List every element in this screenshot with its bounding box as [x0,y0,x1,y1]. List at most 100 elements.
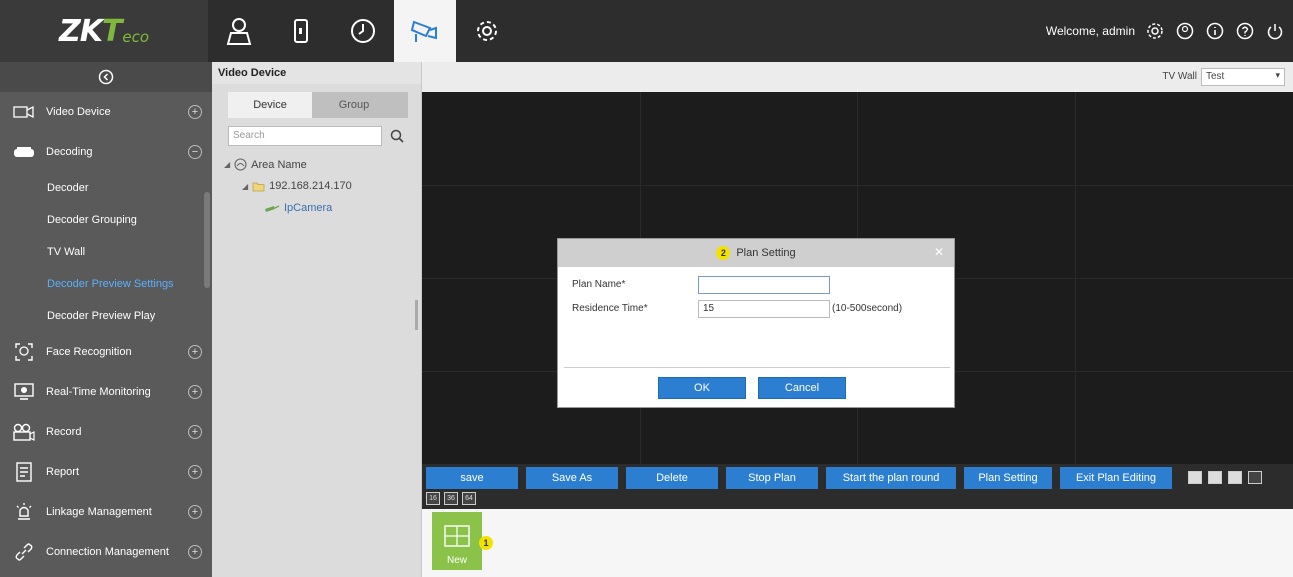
sidebar-sub-decoder-grouping[interactable]: Decoder Grouping [0,204,212,236]
sidebar-sub-decoder-preview-play[interactable]: Decoder Preview Play [0,300,212,332]
sidebar-sub-decoder-preview-settings[interactable]: Decoder Preview Settings [0,268,212,300]
video-device-panel: Video Device Device Group Search ◢ Area … [212,62,422,577]
tv-wall-select[interactable]: Test ▾ [1201,68,1285,86]
sidebar-item-label: Linkage Management [46,506,152,518]
nav-video[interactable] [394,0,456,62]
device-tabs: Device Group [228,92,408,118]
dialog-divider [564,367,950,368]
tree-expand-icon[interactable]: ◢ [224,160,230,169]
tree-node-device[interactable]: ◢ 192.168.214.170 [242,180,352,192]
nav-access[interactable] [270,0,332,62]
residence-time-hint: (10-500second) [832,303,903,314]
plan-list: New 1 [422,509,1293,577]
sidebar-collapse-button[interactable] [0,62,212,92]
layout-1x1-icon[interactable] [1188,471,1202,484]
expand-icon[interactable]: + [188,345,202,359]
sidebar-item-decoding[interactable]: Decoding − [0,132,212,172]
sidebar-item-label: Decoding [46,146,93,158]
nav-personnel[interactable] [208,0,270,62]
layout-36-icon[interactable]: 36 [444,492,458,505]
tree-label: IpCamera [284,202,333,214]
sidebar-item-linkage-management[interactable]: Linkage Management + [0,492,212,532]
expand-icon[interactable]: + [188,105,202,119]
layout-64-icon[interactable]: 64 [462,492,476,505]
tree-label: Area Name [251,158,307,171]
top-bar: ZK Teco Welcome, admin [0,0,1293,62]
stop-plan-button[interactable]: Stop Plan [726,467,818,489]
residence-time-label: Residence Time* [572,303,648,314]
plan-setting-button[interactable]: Plan Setting [964,467,1052,489]
help-icon[interactable] [1235,21,1255,41]
tree-node-camera[interactable]: IpCamera [264,202,332,214]
sidebar-scrollbar[interactable] [204,192,210,288]
sidebar-item-label: Face Recognition [46,346,132,358]
new-plan-button[interactable]: New [432,512,482,570]
layout-4x4-icon[interactable] [1248,471,1262,484]
nav-system[interactable] [456,0,518,62]
layout-16-icon[interactable]: 16 [426,492,440,505]
step-badge-2: 2 [716,246,731,260]
nav-attendance[interactable] [332,0,394,62]
exit-plan-editing-button[interactable]: Exit Plan Editing [1060,467,1172,489]
info-icon[interactable] [1205,21,1225,41]
layout-3x3-icon[interactable] [1228,471,1242,484]
collapse-icon [98,69,114,85]
clock-icon [351,19,375,43]
tree-expand-icon[interactable]: ◢ [242,182,248,191]
user-icon [226,18,252,45]
tab-group[interactable]: Group [312,92,396,118]
power-icon[interactable] [1265,21,1285,41]
tree-node-area[interactable]: ◢ Area Name [224,158,307,171]
collapse-group-icon[interactable]: − [188,145,202,159]
expand-icon[interactable]: + [188,505,202,519]
expand-icon[interactable]: + [188,385,202,399]
plan-setting-dialog: 2 Plan Setting ✕ Plan Name* Residence Ti… [557,238,955,408]
save-button[interactable]: save [426,467,518,489]
cancel-button[interactable]: Cancel [758,377,846,399]
plan-name-input[interactable] [698,276,830,294]
sidebar-item-label: Record [46,426,82,438]
delete-button[interactable]: Delete [626,467,718,489]
record-icon [12,422,36,442]
user-area: Welcome, admin [1046,0,1285,62]
sidebar-item-label: Real-Time Monitoring [46,386,151,398]
device-search-input[interactable]: Search [228,126,382,146]
sidebar-sub-decoder[interactable]: Decoder [0,172,212,204]
sidebar: Video Device + Decoding − Decoder Decode… [0,62,212,577]
expand-icon[interactable]: + [188,545,202,559]
logo-t: T [101,13,123,49]
sidebar-item-face-recognition[interactable]: Face Recognition + [0,332,212,372]
linkage-icon [12,502,36,522]
monitor-icon [12,382,36,402]
ok-button[interactable]: OK [658,377,746,399]
search-icon[interactable] [388,126,406,146]
start-plan-round-button[interactable]: Start the plan round [826,467,956,489]
plan-toolbar: save Save As Delete Stop Plan Start the … [422,464,1293,509]
face-icon [12,342,36,362]
close-icon[interactable]: ✕ [934,246,946,258]
panel-splitter[interactable] [415,300,418,330]
sidebar-item-real-time-monitoring[interactable]: Real-Time Monitoring + [0,372,212,412]
tv-wall-value: Test [1206,71,1225,82]
residence-time-input[interactable]: 15 [698,300,830,318]
door-icon [294,19,308,43]
sidebar-item-label: Report [46,466,80,478]
tab-device[interactable]: Device [228,92,312,118]
sidebar-sub-tv-wall[interactable]: TV Wall [0,236,212,268]
account-icon[interactable] [1175,21,1195,41]
expand-icon[interactable]: + [188,425,202,439]
new-plan-label: New [446,555,467,566]
sidebar-item-record[interactable]: Record + [0,412,212,452]
settings-icon[interactable] [1145,21,1165,41]
sidebar-item-video-device[interactable]: Video Device + [0,92,212,132]
gear-icon [477,21,497,41]
sidebar-item-connection-management[interactable]: Connection Management + [0,532,212,572]
save-as-button[interactable]: Save As [526,467,618,489]
expand-icon[interactable]: + [188,465,202,479]
dropdown-arrow-icon: ▾ [1275,70,1280,80]
sidebar-item-label: Connection Management [46,546,169,558]
sidebar-item-report[interactable]: Report + [0,452,212,492]
tree-label: 192.168.214.170 [269,180,352,192]
layout-2x2-icon[interactable] [1208,471,1222,484]
report-icon [12,462,36,482]
